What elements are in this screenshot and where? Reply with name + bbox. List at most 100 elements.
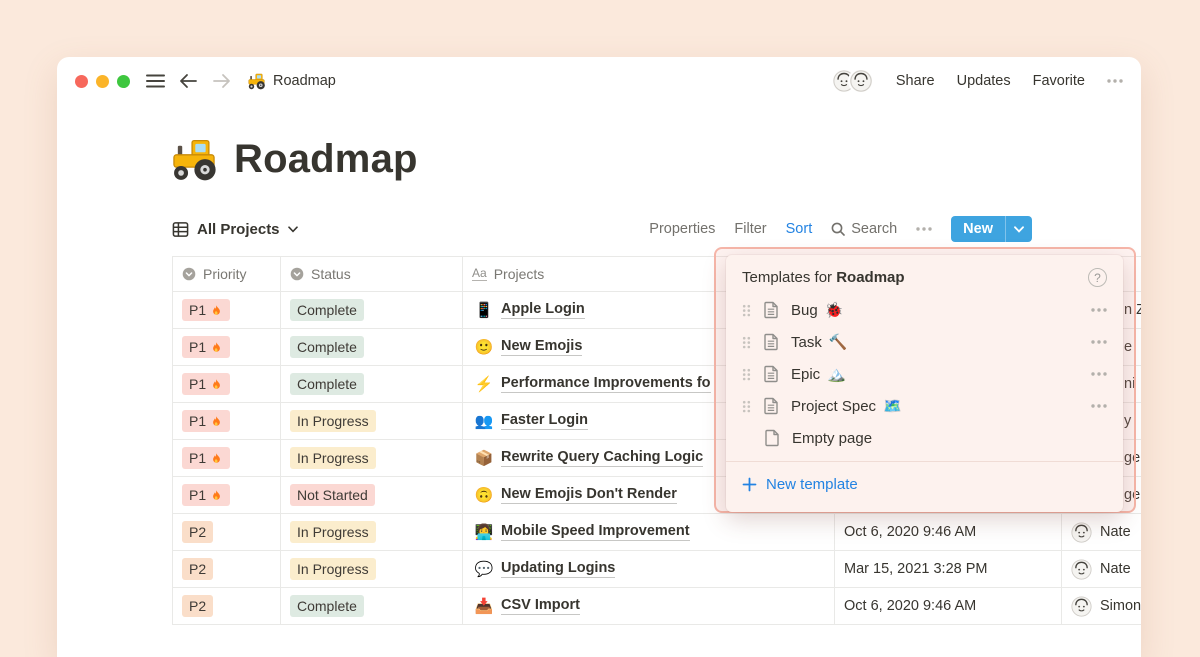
table-row[interactable]: P2 In Progress 👩‍💻 Mobile Speed Improveme… bbox=[172, 514, 1141, 551]
document-icon bbox=[764, 397, 778, 415]
people-emoji-icon: 👥 bbox=[474, 413, 494, 430]
forward-arrow-icon[interactable] bbox=[212, 73, 231, 89]
person-cell[interactable]: Nate bbox=[1071, 558, 1131, 580]
item-more-icon[interactable] bbox=[1091, 404, 1107, 408]
world-map-emoji-icon: 🗺️ bbox=[883, 398, 902, 415]
chevron-down-icon bbox=[1014, 225, 1024, 233]
empty-page-icon bbox=[765, 429, 779, 447]
person-cell[interactable]: Simon bbox=[1071, 595, 1141, 617]
page-title[interactable]: Roadmap bbox=[234, 137, 418, 182]
more-menu-icon[interactable] bbox=[1107, 79, 1123, 83]
sidebar-menu-icon[interactable] bbox=[146, 74, 165, 88]
drag-handle-icon[interactable] bbox=[742, 400, 751, 413]
avatar bbox=[1071, 521, 1092, 543]
page-header: Roadmap bbox=[170, 137, 418, 182]
project-link[interactable]: New Emojis Don't Render bbox=[501, 486, 677, 504]
date-cell[interactable]: Mar 15, 2021 3:28 PM bbox=[835, 551, 1062, 588]
template-item-task[interactable]: Task 🔨 bbox=[726, 326, 1123, 358]
search-icon bbox=[831, 222, 846, 236]
zoom-window-button[interactable] bbox=[117, 74, 130, 88]
drag-handle-icon[interactable] bbox=[742, 304, 751, 317]
collaborator-avatars[interactable] bbox=[830, 68, 874, 94]
document-icon bbox=[764, 301, 778, 319]
minimize-window-button[interactable] bbox=[96, 74, 109, 88]
column-header-status[interactable]: Status bbox=[281, 256, 463, 292]
package-emoji-icon: 📦 bbox=[474, 450, 494, 467]
new-template-button[interactable]: New template bbox=[726, 462, 1123, 506]
avatar bbox=[1071, 558, 1092, 580]
project-link[interactable]: Mobile Speed Improvement bbox=[501, 523, 690, 541]
fire-emoji-icon bbox=[213, 453, 220, 463]
date-cell[interactable]: Oct 6, 2020 9:46 AM bbox=[835, 514, 1062, 551]
help-icon[interactable]: ? bbox=[1088, 268, 1107, 287]
app-window: Roadmap Share Updates Favorite Roadmap A… bbox=[57, 57, 1141, 657]
technologist-emoji-icon: 👩‍💻 bbox=[474, 524, 494, 541]
ladybug-emoji-icon: 🐞 bbox=[824, 302, 844, 319]
table-row[interactable]: P2 In Progress 💬 Updating Logins Mar 15, … bbox=[172, 551, 1141, 588]
fire-emoji-icon bbox=[213, 379, 220, 389]
template-item-project-spec[interactable]: Project Spec 🗺️ bbox=[726, 390, 1123, 422]
project-link[interactable]: CSV Import bbox=[501, 597, 580, 615]
search-button[interactable]: Search bbox=[831, 221, 897, 237]
avatar bbox=[1071, 595, 1092, 617]
tractor-emoji-icon bbox=[248, 73, 266, 90]
status-badge: In Progress bbox=[290, 558, 376, 580]
table-row[interactable]: P2 Complete 📥 CSV Import Oct 6, 2020 9:46… bbox=[172, 588, 1141, 625]
template-item-empty-page[interactable]: Empty page bbox=[726, 422, 1123, 454]
document-icon bbox=[764, 365, 778, 383]
avatar bbox=[847, 68, 874, 94]
drag-handle-icon[interactable] bbox=[742, 336, 751, 349]
topbar: Roadmap Share Updates Favorite bbox=[57, 57, 1141, 105]
item-more-icon[interactable] bbox=[1091, 308, 1107, 312]
project-link[interactable]: New Emojis bbox=[501, 338, 583, 356]
new-button[interactable]: New bbox=[951, 216, 1032, 242]
plus-icon bbox=[742, 477, 757, 491]
select-property-icon bbox=[182, 267, 196, 281]
fire-emoji-icon bbox=[213, 490, 220, 500]
project-link[interactable]: Performance Improvements fo bbox=[501, 375, 711, 393]
column-header-priority[interactable]: Priority bbox=[172, 256, 281, 292]
status-badge: In Progress bbox=[290, 410, 376, 432]
fire-emoji-icon bbox=[213, 305, 220, 315]
hammer-emoji-icon: 🔨 bbox=[828, 334, 848, 351]
date-cell[interactable]: Oct 6, 2020 9:46 AM bbox=[835, 588, 1062, 625]
templates-popup: Templates for Roadmap ? Bug 🐞 Task 🔨 Epic 🏔… bbox=[726, 255, 1123, 512]
upside-down-face-emoji-icon: 🙃 bbox=[474, 487, 494, 504]
speech-balloon-emoji-icon: 💬 bbox=[474, 561, 494, 578]
favorite-button[interactable]: Favorite bbox=[1033, 73, 1085, 89]
updates-button[interactable]: Updates bbox=[957, 73, 1011, 89]
drag-handle-icon[interactable] bbox=[742, 368, 751, 381]
project-link[interactable]: Rewrite Query Caching Logic bbox=[501, 449, 704, 467]
project-link[interactable]: Faster Login bbox=[501, 412, 589, 430]
share-button[interactable]: Share bbox=[896, 73, 935, 89]
template-item-bug[interactable]: Bug 🐞 bbox=[726, 294, 1123, 326]
view-toolbar: All Projects Properties Filter Sort Sear… bbox=[172, 215, 1032, 243]
close-window-button[interactable] bbox=[75, 74, 88, 88]
inbox-tray-emoji-icon: 📥 bbox=[474, 598, 494, 615]
template-item-epic[interactable]: Epic 🏔️ bbox=[726, 358, 1123, 390]
view-name-label: All Projects bbox=[197, 220, 280, 238]
filter-button[interactable]: Filter bbox=[734, 221, 766, 237]
new-button-label[interactable]: New bbox=[951, 216, 1005, 242]
tractor-emoji-icon[interactable] bbox=[170, 138, 218, 182]
mountain-emoji-icon: 🏔️ bbox=[827, 366, 846, 383]
new-dropdown-button[interactable] bbox=[1005, 216, 1032, 242]
view-more-icon[interactable] bbox=[916, 227, 932, 231]
properties-button[interactable]: Properties bbox=[649, 221, 715, 237]
status-badge: Complete bbox=[290, 373, 364, 395]
status-badge: Complete bbox=[290, 336, 364, 358]
breadcrumb[interactable]: Roadmap bbox=[247, 73, 336, 90]
item-more-icon[interactable] bbox=[1091, 372, 1107, 376]
back-arrow-icon[interactable] bbox=[179, 73, 198, 89]
sort-button[interactable]: Sort bbox=[786, 221, 813, 237]
person-cell[interactable]: Nate bbox=[1071, 521, 1131, 543]
popup-title: Templates for Roadmap bbox=[742, 269, 905, 286]
project-link[interactable]: Apple Login bbox=[501, 301, 585, 319]
lightning-emoji-icon: ⚡ bbox=[474, 376, 494, 393]
item-more-icon[interactable] bbox=[1091, 340, 1107, 344]
traffic-lights bbox=[75, 74, 130, 88]
fire-emoji-icon bbox=[213, 342, 220, 352]
view-switcher[interactable]: All Projects bbox=[172, 221, 298, 238]
project-link[interactable]: Updating Logins bbox=[501, 560, 616, 578]
document-icon bbox=[764, 333, 778, 351]
